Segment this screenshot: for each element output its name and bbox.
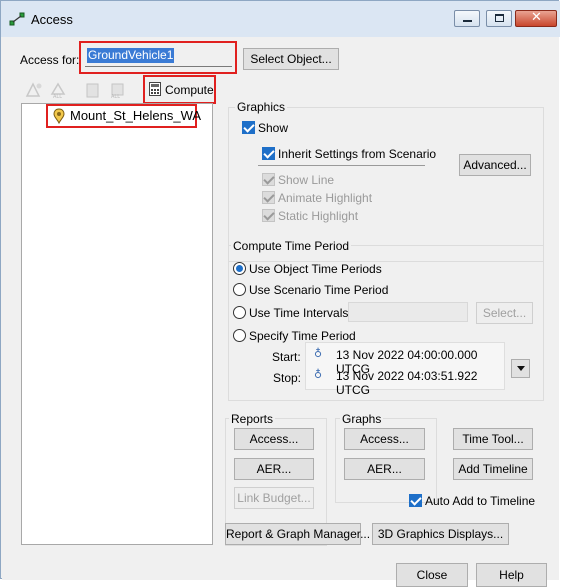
start-time-field[interactable]: ♁ 13 Nov 2022 04:00:00.000 UTCG [307, 344, 503, 376]
reports-title: Reports [229, 412, 276, 426]
inherit-divider [258, 165, 425, 166]
use-scenario-time-label: Use Scenario Time Period [249, 283, 389, 297]
compute-label: Compute [165, 83, 214, 97]
chevron-down-icon [516, 366, 525, 372]
use-object-time-label: Use Object Time Periods [249, 262, 382, 276]
use-object-time-radio[interactable] [233, 262, 246, 275]
graph-access-button[interactable]: Access... [344, 428, 425, 450]
animate-highlight-checkbox[interactable] [262, 191, 275, 204]
report-graph-manager-button[interactable]: Report & Graph Manager... [225, 523, 370, 545]
maximize-icon [495, 14, 504, 22]
auto-add-timeline-checkbox[interactable] [409, 494, 422, 507]
use-time-intervals-radio[interactable] [233, 306, 246, 319]
specify-time-radio[interactable] [233, 329, 246, 342]
list-item[interactable]: Mount_St_Helens_WA [51, 107, 201, 125]
dialog-body: Access for: GroundVehicle1 Select Object… [2, 37, 559, 587]
access-for-label: Access for: [20, 53, 80, 67]
advanced-button[interactable]: Advanced... [459, 154, 531, 176]
show-checkbox[interactable] [242, 121, 255, 134]
graphics-displays-button[interactable]: 3D Graphics Displays... [372, 523, 509, 545]
access-for-field[interactable]: GroundVehicle1 [85, 47, 232, 67]
close-icon: ✕ [531, 10, 542, 25]
static-highlight-label: Static Highlight [278, 209, 359, 223]
inherit-settings-checkbox[interactable] [262, 147, 275, 160]
toolbar-icon-3[interactable] [83, 81, 103, 99]
list-item-label: Mount_St_Helens_WA [70, 108, 202, 123]
select-object-button[interactable]: Select Object... [243, 48, 339, 70]
toolbar-icon-1[interactable] [24, 81, 44, 99]
stop-time-value: 13 Nov 2022 04:03:51.922 UTCG [336, 369, 478, 397]
minimize-icon [463, 20, 472, 22]
minimize-button[interactable] [454, 10, 480, 27]
maximize-button[interactable] [486, 10, 512, 27]
link-budget-button[interactable]: Link Budget... [234, 487, 314, 509]
graphs-title: Graphs [340, 412, 384, 426]
access-app-icon [9, 12, 25, 26]
clock-icon: ♁ [314, 368, 323, 381]
title-bar[interactable]: Access ✕ [1, 1, 560, 37]
static-highlight-checkbox[interactable] [262, 209, 275, 222]
report-access-button[interactable]: Access... [234, 428, 314, 450]
compute-time-title: Compute Time Period [231, 239, 352, 253]
calculator-icon [149, 82, 161, 96]
stop-time-field[interactable]: ♁ 13 Nov 2022 04:03:51.922 UTCG [307, 365, 503, 397]
animate-highlight-label: Animate Highlight [278, 191, 373, 205]
time-dropdown-button[interactable] [511, 359, 530, 378]
window-title: Access [31, 12, 73, 27]
graph-aer-button[interactable]: AER... [344, 458, 425, 480]
stop-label: Stop: [273, 371, 302, 385]
use-scenario-time-radio[interactable] [233, 283, 246, 296]
report-aer-button[interactable]: AER... [234, 458, 314, 480]
access-for-value: GroundVehicle1 [87, 48, 175, 63]
clock-icon: ♁ [314, 347, 323, 360]
auto-add-timeline-label: Auto Add to Timeline [425, 494, 536, 508]
access-window: Access ✕ Access for: GroundVehicle1 Sele… [0, 0, 560, 587]
toolbar-icon-2[interactable]: ALL [49, 81, 69, 100]
place-pin-icon [53, 108, 65, 124]
show-line-label: Show Line [278, 173, 335, 187]
specify-time-label: Specify Time Period [249, 329, 356, 343]
close-button[interactable]: Close [396, 563, 468, 587]
time-tool-button[interactable]: Time Tool... [453, 428, 533, 450]
object-list[interactable] [21, 103, 213, 545]
svg-text:ALL: ALL [111, 94, 120, 99]
compute-button[interactable]: Compute [147, 79, 214, 100]
show-label: Show [258, 121, 289, 135]
add-timeline-button[interactable]: Add Timeline [453, 458, 533, 480]
inherit-settings-label: Inherit Settings from Scenario [278, 147, 437, 161]
start-label: Start: [272, 350, 301, 364]
use-time-intervals-label: Use Time Intervals [249, 306, 349, 320]
toolbar-icon-4[interactable]: ALL [108, 81, 128, 100]
show-line-checkbox[interactable] [262, 173, 275, 186]
select-intervals-button[interactable]: Select... [476, 302, 533, 324]
svg-text:ALL: ALL [53, 94, 62, 99]
help-button[interactable]: Help [476, 563, 547, 587]
time-intervals-field[interactable] [348, 302, 468, 322]
close-window-button[interactable]: ✕ [515, 10, 557, 27]
graphics-title: Graphics [235, 100, 288, 114]
